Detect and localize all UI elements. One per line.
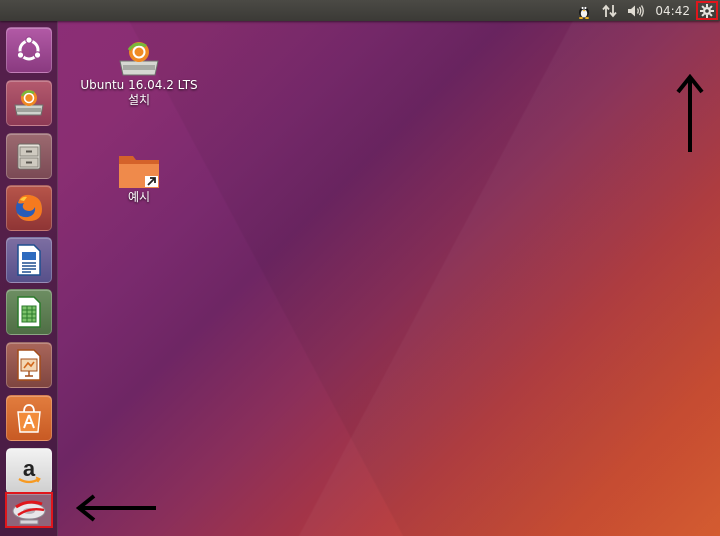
install-ubuntu-launcher[interactable] xyxy=(6,80,52,126)
session-gear-icon[interactable] xyxy=(700,3,714,18)
optical-drive-launcher[interactable] xyxy=(5,492,53,528)
desktop-icon-label: 예시 xyxy=(127,190,151,204)
software-center-launcher[interactable] xyxy=(6,395,52,441)
tux-icon[interactable] xyxy=(571,0,597,21)
folder-link-icon xyxy=(79,152,199,190)
network-updown-icon[interactable] xyxy=(597,0,623,21)
ubuntu-logo-icon xyxy=(14,35,44,65)
left-arrow-annotation xyxy=(76,494,156,522)
firefox-icon xyxy=(12,191,46,225)
session-menu-highlight xyxy=(696,1,718,20)
shopping-bag-icon xyxy=(14,402,44,434)
installer-drive-icon xyxy=(12,87,46,119)
desktop-icon-install-ubuntu[interactable]: Ubuntu 16.04.2 LTS 설치 xyxy=(79,40,199,108)
desktop-icon-folder[interactable]: 예시 xyxy=(79,152,199,205)
libreoffice-impress-icon xyxy=(15,348,43,382)
svg-text:a: a xyxy=(23,456,36,481)
calc-launcher[interactable] xyxy=(6,289,52,335)
indicator-tray: 04:42 xyxy=(571,0,720,21)
dvd-drive-icon xyxy=(10,495,48,525)
top-panel: 04:42 xyxy=(0,0,720,21)
files-launcher[interactable] xyxy=(6,133,52,179)
launcher: a xyxy=(0,21,58,536)
impress-launcher[interactable] xyxy=(6,342,52,388)
clock[interactable]: 04:42 xyxy=(649,0,696,21)
up-arrow-annotation xyxy=(676,74,704,152)
firefox-launcher[interactable] xyxy=(6,185,52,231)
dash-ubuntu-button[interactable] xyxy=(6,27,52,73)
libreoffice-writer-icon xyxy=(15,243,43,277)
desktop-icon-label-line2: 설치 xyxy=(127,93,151,107)
volume-icon[interactable] xyxy=(623,0,649,21)
amazon-icon: a xyxy=(14,456,44,486)
amazon-launcher[interactable]: a xyxy=(6,448,52,494)
file-cabinet-icon xyxy=(14,141,44,171)
writer-launcher[interactable] xyxy=(6,237,52,283)
installer-drive-icon xyxy=(79,40,199,78)
libreoffice-calc-icon xyxy=(15,295,43,329)
desktop-icon-label-line1: Ubuntu 16.04.2 LTS xyxy=(80,78,198,92)
